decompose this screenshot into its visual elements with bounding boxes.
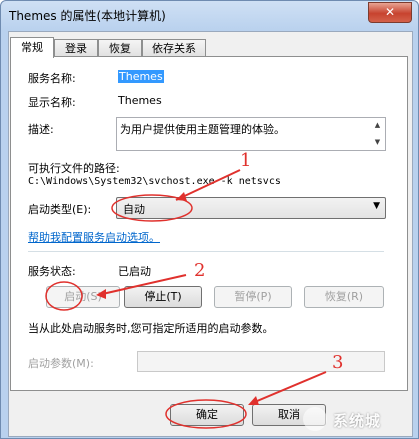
watermark-text: 系统城 xyxy=(333,412,382,430)
annotation-number-2: 2 xyxy=(194,260,206,281)
watermark: 系统城 xyxy=(299,401,417,437)
watermark-logo-icon xyxy=(303,407,327,431)
annotation-arrowhead-2 xyxy=(96,289,106,299)
annotation-arrow-1 xyxy=(175,169,241,201)
annotation-overlay xyxy=(45,169,327,429)
annotation-ellipse-start xyxy=(45,281,83,311)
annotation-arrowhead-3 xyxy=(248,396,259,405)
annotation-ellipse-ok xyxy=(165,399,247,429)
annotation-arrowhead-1 xyxy=(176,192,187,201)
annotation-number-1: 1 xyxy=(240,150,252,171)
annotation-arrow-3 xyxy=(249,371,327,405)
annotation-arrow-2 xyxy=(97,274,187,296)
annotation-number-3: 3 xyxy=(332,352,344,373)
tab-general[interactable]: 常规 xyxy=(10,37,54,58)
